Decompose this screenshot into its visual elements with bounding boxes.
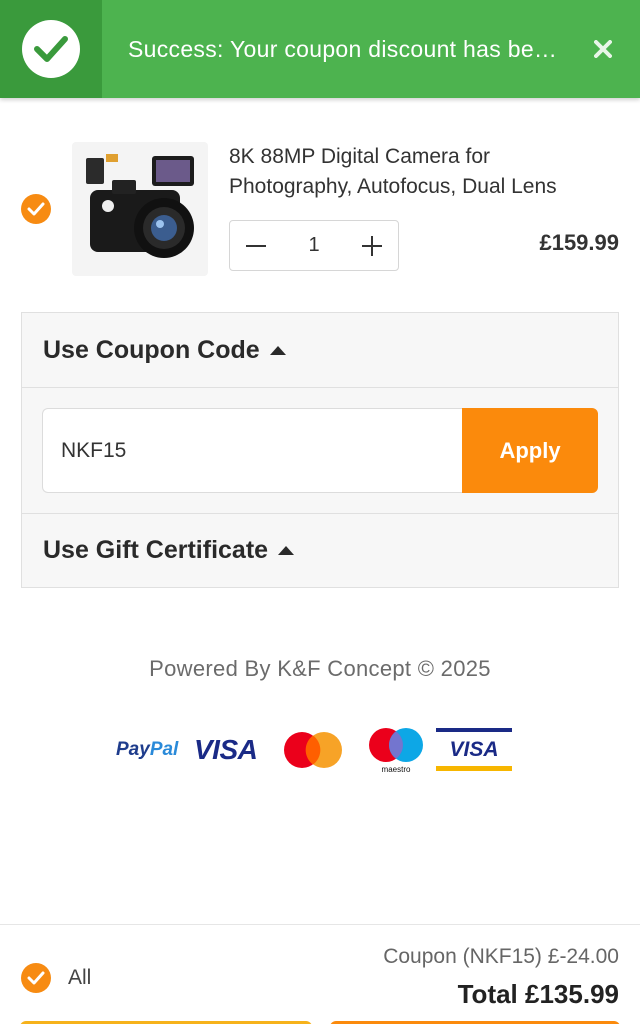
toast-message: Success: Your coupon discount has been a… bbox=[128, 35, 566, 62]
paypal-logo-part2: Pal bbox=[149, 739, 179, 760]
product-title-line1: 8K 88MP Digital Camera for bbox=[229, 145, 491, 168]
apply-button[interactable]: Apply bbox=[462, 408, 598, 493]
visa-logo: VISA bbox=[194, 734, 258, 765]
plus-icon[interactable] bbox=[346, 221, 398, 270]
quantity-value[interactable]: 1 bbox=[282, 234, 346, 257]
visa-electron-logo: VISA bbox=[434, 726, 514, 774]
total-amount: Total £135.99 bbox=[457, 979, 619, 1009]
gift-panel-header[interactable]: Use Gift Certificate bbox=[22, 514, 618, 587]
paypal-logo-part1: Pay bbox=[116, 739, 150, 760]
powered-by-text: Powered By K&F Concept © 2025 bbox=[149, 656, 491, 681]
select-all-checkbox[interactable] bbox=[21, 963, 51, 993]
gift-certificate-panel: Use Gift Certificate bbox=[21, 513, 619, 588]
item-select-checkbox[interactable] bbox=[21, 194, 51, 224]
select-all-label[interactable]: All bbox=[68, 966, 91, 990]
success-toast: Success: Your coupon discount has been a… bbox=[0, 0, 640, 98]
coupon-heading: Use Coupon Code bbox=[43, 335, 260, 364]
toast-icon-container bbox=[0, 0, 102, 98]
product-title[interactable]: 8K 88MP Digital Camera for Photography, … bbox=[229, 142, 619, 202]
minus-icon[interactable] bbox=[230, 221, 282, 270]
coupon-panel: Use Coupon Code Apply bbox=[21, 312, 619, 514]
paypal-logo: PayPal bbox=[116, 739, 194, 761]
quantity-stepper: 1 bbox=[229, 220, 399, 271]
checkout-summary-bar: All Coupon (NKF15) £-24.00 Total £135.99 bbox=[0, 924, 640, 1024]
check-icon bbox=[22, 20, 80, 78]
coupon-code-input[interactable] bbox=[42, 408, 462, 493]
coupon-panel-body: Apply bbox=[22, 387, 618, 513]
mastercard-logo bbox=[282, 730, 348, 770]
caret-up-icon bbox=[278, 546, 295, 555]
cart-item: 8K 88MP Digital Camera for Photography, … bbox=[0, 130, 640, 290]
product-image[interactable] bbox=[72, 142, 208, 276]
visa-electron-label: VISA bbox=[449, 738, 498, 761]
maestro-logo: maestro bbox=[362, 725, 432, 775]
item-price: £159.99 bbox=[539, 230, 619, 255]
maestro-label: maestro bbox=[382, 765, 411, 774]
gift-heading: Use Gift Certificate bbox=[43, 536, 269, 564]
close-icon[interactable] bbox=[566, 0, 640, 98]
coupon-discount-line: Coupon (NKF15) £-24.00 bbox=[383, 945, 619, 968]
caret-up-icon bbox=[269, 345, 286, 355]
coupon-panel-header[interactable]: Use Coupon Code bbox=[22, 313, 618, 387]
payment-methods: PayPal VISA maestro VISA bbox=[116, 724, 526, 776]
product-title-line2: Photography, Autofocus, Dual Lens bbox=[229, 175, 557, 198]
